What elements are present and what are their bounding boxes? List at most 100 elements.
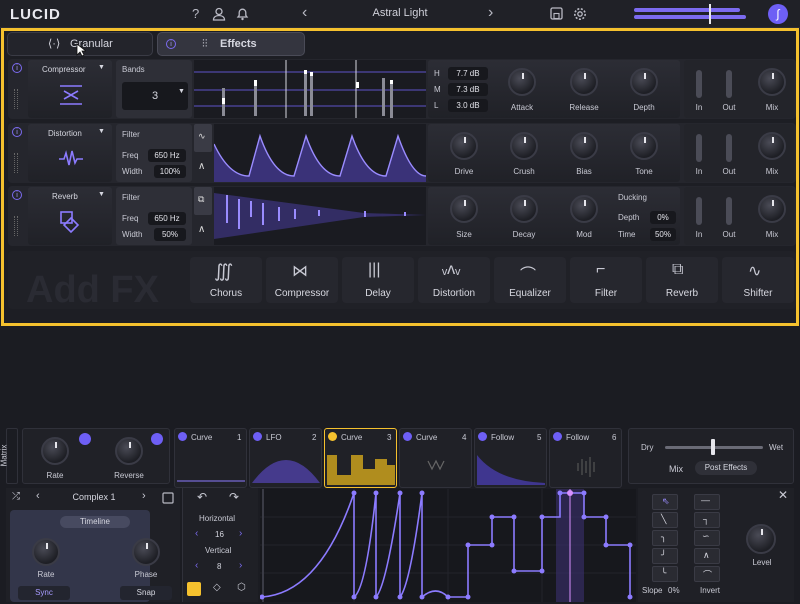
- mod-tab-curve-3[interactable]: Curve 3: [324, 428, 397, 488]
- band-m-value[interactable]: 7.3 dB: [448, 83, 488, 96]
- cube-icon[interactable]: ⬡: [237, 582, 246, 593]
- next-preset-button[interactable]: ›: [488, 4, 493, 22]
- add-chorus-button[interactable]: ∭ Chorus: [190, 257, 262, 303]
- width-value[interactable]: 50%: [154, 228, 186, 241]
- next-curve-button[interactable]: ›: [142, 490, 146, 502]
- shape-sine-button[interactable]: ∽: [694, 530, 720, 546]
- drywet-handle[interactable]: [711, 439, 715, 455]
- snap-button[interactable]: Snap: [120, 586, 172, 600]
- redo-icon[interactable]: ↷: [229, 490, 239, 504]
- curve-editor[interactable]: [260, 489, 636, 602]
- output-level-handle[interactable]: [709, 4, 711, 24]
- phase-knob[interactable]: [132, 538, 160, 566]
- tone-knob[interactable]: [630, 132, 658, 160]
- mod-tab-follow-6[interactable]: Follow 6: [549, 428, 622, 488]
- crush-knob[interactable]: [510, 132, 538, 160]
- output-meter[interactable]: [726, 197, 732, 225]
- filter-mode-button[interactable]: ∧: [194, 217, 212, 245]
- info-icon[interactable]: i: [166, 39, 176, 49]
- decay-knob[interactable]: [510, 195, 538, 223]
- shape-step-button[interactable]: ┐: [694, 512, 720, 528]
- reverb-selector[interactable]: Reverb ▼: [28, 187, 112, 245]
- close-icon[interactable]: ✕: [778, 488, 788, 502]
- drag-handle[interactable]: [14, 89, 18, 109]
- matrix-tab[interactable]: Matrix: [0, 428, 18, 484]
- horizontal-decrease[interactable]: ‹: [195, 528, 198, 539]
- power-toggle[interactable]: [478, 432, 487, 441]
- distortion-display[interactable]: [214, 124, 426, 182]
- gear-icon[interactable]: [573, 7, 587, 21]
- shape-curve-up-button[interactable]: ╰: [652, 566, 678, 582]
- add-filter-button[interactable]: ⌐ Filter: [570, 257, 642, 303]
- output-meter[interactable]: [726, 70, 732, 98]
- select-tool-button[interactable]: ⇖: [652, 494, 678, 510]
- save-icon[interactable]: [162, 492, 174, 504]
- user-icon[interactable]: [212, 7, 226, 21]
- eraser-icon[interactable]: ◇: [213, 582, 221, 593]
- freq-value[interactable]: 650 Hz: [148, 149, 186, 162]
- shuffle-icon[interactable]: ⤮: [12, 491, 20, 502]
- link-icon[interactable]: ∫: [768, 4, 788, 24]
- timeline-dropdown[interactable]: Timeline: [60, 516, 130, 528]
- mod-knob[interactable]: [570, 195, 598, 223]
- vertical-increase[interactable]: ›: [239, 560, 242, 571]
- drive-knob[interactable]: [450, 132, 478, 160]
- waveform-mode-button[interactable]: ∿: [194, 124, 212, 152]
- info-icon[interactable]: i: [12, 190, 22, 200]
- input-meter[interactable]: [696, 70, 702, 98]
- shape-ramp-down-button[interactable]: ╲: [652, 512, 678, 528]
- slope-value[interactable]: 0%: [668, 586, 680, 595]
- add-distortion-button[interactable]: ᵥᴧᵥ Distortion: [418, 257, 490, 303]
- mix-knob[interactable]: [758, 68, 786, 96]
- distortion-selector[interactable]: Distortion ▼: [28, 124, 112, 182]
- power-toggle[interactable]: [328, 432, 337, 441]
- release-knob[interactable]: [570, 68, 598, 96]
- add-reverb-button[interactable]: ⧉ Reverb: [646, 257, 718, 303]
- drag-handle[interactable]: [14, 216, 18, 236]
- rate-knob[interactable]: [32, 538, 60, 566]
- shape-s-curve-button[interactable]: ╯: [652, 548, 678, 564]
- depth-knob[interactable]: [630, 68, 658, 96]
- bands-dropdown[interactable]: 3 ▼: [122, 82, 188, 110]
- tab-granular[interactable]: ⟨·⟩ Granular: [7, 32, 153, 57]
- ducking-time-value[interactable]: 50%: [650, 228, 676, 241]
- invert-button[interactable]: Invert: [700, 586, 720, 595]
- power-toggle[interactable]: [253, 432, 262, 441]
- freq-value[interactable]: 650 Hz: [148, 212, 186, 225]
- shape-bell-button[interactable]: ⌒: [694, 566, 720, 582]
- save-icon[interactable]: [550, 7, 563, 20]
- compressor-display[interactable]: [194, 60, 426, 118]
- band-l-value[interactable]: 3.0 dB: [448, 99, 488, 112]
- add-equalizer-button[interactable]: ⌒ Equalizer: [494, 257, 566, 303]
- attack-knob[interactable]: [508, 68, 536, 96]
- power-toggle[interactable]: [178, 432, 187, 441]
- reverse-knob[interactable]: [115, 437, 143, 465]
- mod-tab-lfo-2[interactable]: LFO 2: [249, 428, 322, 488]
- bell-icon[interactable]: [236, 7, 249, 21]
- add-compressor-button[interactable]: ⋈ Compressor: [266, 257, 338, 303]
- add-shifter-button[interactable]: ∿ Shifter: [722, 257, 794, 303]
- mod-tab-curve-1[interactable]: Curve 1: [174, 428, 247, 488]
- power-toggle[interactable]: [403, 432, 412, 441]
- add-delay-button[interactable]: ||| Delay: [342, 257, 414, 303]
- post-effects-dropdown[interactable]: Post Effects: [695, 461, 757, 475]
- reverb-mode-button[interactable]: ⧉: [194, 187, 212, 215]
- bias-knob[interactable]: [570, 132, 598, 160]
- help-icon[interactable]: ?: [192, 6, 199, 21]
- filter-mode-button[interactable]: ∧: [194, 154, 212, 182]
- preset-name[interactable]: Astral Light: [340, 7, 460, 19]
- shape-peak-button[interactable]: ∧: [694, 548, 720, 564]
- link-toggle[interactable]: [79, 433, 91, 445]
- power-toggle[interactable]: [553, 432, 562, 441]
- vertical-decrease[interactable]: ‹: [195, 560, 198, 571]
- sync-button[interactable]: Sync: [18, 586, 70, 600]
- prev-curve-button[interactable]: ‹: [36, 490, 40, 502]
- mod-tab-curve-4[interactable]: Curve 4: [399, 428, 472, 488]
- input-meter[interactable]: [696, 134, 702, 162]
- band-h-value[interactable]: 7.7 dB: [448, 67, 488, 80]
- rate-knob[interactable]: [41, 437, 69, 465]
- tab-effects[interactable]: i ⫶⫶ Effects: [157, 32, 305, 56]
- size-knob[interactable]: [450, 195, 478, 223]
- prev-preset-button[interactable]: ‹: [302, 4, 307, 22]
- magnet-icon[interactable]: [187, 582, 201, 596]
